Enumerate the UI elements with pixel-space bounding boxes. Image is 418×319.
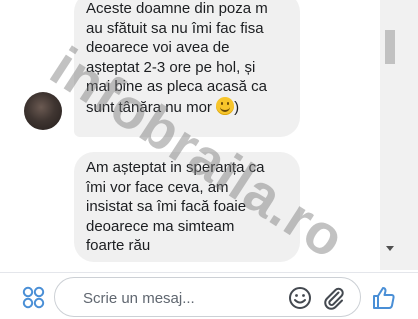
avatar[interactable] — [24, 92, 62, 130]
message-line: Aceste doamne din poza m — [86, 0, 268, 17]
message-line-end: ) — [234, 98, 240, 116]
scroll-down-arrow-icon[interactable] — [386, 246, 394, 251]
thumbs-up-icon[interactable] — [371, 285, 397, 311]
message-line: au sfătuit sa nu îmi fac fisa — [86, 19, 264, 37]
paperclip-icon[interactable] — [322, 286, 346, 310]
message-line: deoarece voi avea de — [86, 39, 230, 56]
scrollbar-thumb[interactable] — [385, 30, 395, 64]
apps-grid-icon[interactable] — [20, 285, 48, 309]
composer-divider — [0, 272, 418, 273]
message-composer[interactable] — [54, 277, 361, 317]
message-bubble-1: Aceste doamne din poza m au sfătuit sa n… — [74, 0, 300, 137]
emoji-icon[interactable] — [288, 286, 312, 310]
message-line: sunt tânăra nu mor — [86, 98, 217, 116]
message-line: mai bine as pleca acasă ca — [86, 78, 267, 95]
message-input[interactable] — [81, 286, 285, 310]
smile-emoji-icon — [216, 96, 235, 115]
message-bubble-2: Am așteptat in speranța ca îmi vor face … — [74, 152, 300, 262]
chat-thread: Aceste doamne din poza m au sfătuit sa n… — [0, 0, 380, 270]
message-line: așteptat 2-3 ore pe hol, și — [86, 58, 256, 76]
